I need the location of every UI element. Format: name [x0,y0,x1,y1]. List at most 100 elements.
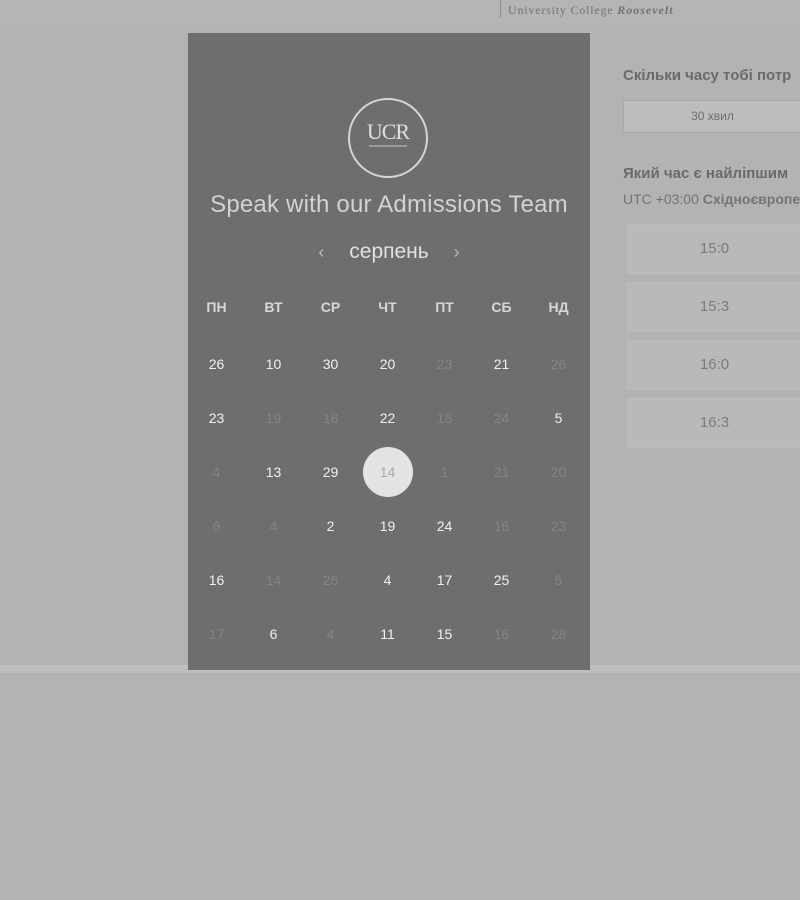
calendar-day: 19 [245,391,302,445]
calendar-day-label: 14 [265,572,282,588]
calendar-day[interactable]: 10 [245,337,302,391]
time-slot[interactable]: 16:0 [627,340,800,390]
month-label: серпень [349,240,429,263]
calendar-day: 21 [473,445,530,499]
calendar-day-label: 16 [208,572,225,588]
calendar-day-label: 14 [362,447,413,497]
weekday-label: СР [320,299,341,315]
calendar-day-label: 16 [493,518,510,534]
calendar-day[interactable]: 29 [302,445,359,499]
calendar-day: 14 [245,553,302,607]
calendar-day[interactable]: 6 [245,607,302,661]
calendar-day-label: 20 [550,464,567,480]
calendar-day-label: 26 [550,356,567,372]
calendar-day-label: 23 [436,356,453,372]
calendar-day-label: 18 [436,410,453,426]
calendar-day-label: 13 [265,464,282,480]
calendar-day-selected[interactable]: 14 [359,445,416,499]
brand-name: Roosevelt [617,3,674,17]
calendar-day-label: 18 [322,410,339,426]
calendar-day-label: 26 [322,572,339,588]
time-question: Який час є найліпшим [623,165,789,182]
calendar-day: 26 [530,337,587,391]
calendar-day: 17 [188,607,245,661]
calendar-day[interactable]: 23 [188,391,245,445]
calendar-day[interactable]: 4 [359,553,416,607]
calendar-day[interactable]: 20 [359,337,416,391]
calendar-day-label: 17 [208,626,225,642]
calendar-day-label: 23 [208,410,225,426]
calendar-day[interactable]: 24 [416,499,473,553]
calendar-day-label: 4 [326,626,335,642]
calendar-day[interactable]: 2 [302,499,359,553]
calendar-day-label: 24 [436,518,453,534]
calendar-day-label: 26 [208,356,225,372]
weekday-label: ПТ [435,299,454,315]
duration-option[interactable]: 30 хвил [623,100,800,133]
weekday-label: ЧТ [378,299,397,315]
calendar-day: 6 [188,499,245,553]
brand-university: University College [508,3,614,17]
time-slot[interactable]: 15:0 [627,224,800,274]
calendar-panel: UCR Speak with our Admissions Team ‹ сер… [188,33,590,670]
calendar-day-label: 15 [436,626,453,642]
calendar-day: 4 [188,445,245,499]
calendar-day[interactable]: 25 [473,553,530,607]
calendar-day: 4 [245,499,302,553]
ucr-logo-subline [369,145,407,147]
calendar-day: 4 [302,607,359,661]
calendar-day-label: 22 [379,410,396,426]
calendar-day[interactable]: 15 [416,607,473,661]
calendar-day-label: 20 [379,356,396,372]
month-nav: ‹ серпень › [188,240,590,264]
ucr-logo-text: UCR [366,119,410,144]
ucr-logo: UCR [348,98,428,178]
calendar-day[interactable]: 16 [188,553,245,607]
calendar-day: 24 [473,391,530,445]
calendar-day[interactable]: 22 [359,391,416,445]
calendar-day-label: 17 [436,572,453,588]
chevron-right-icon[interactable]: › [445,240,469,264]
calendar-day-label: 1 [440,464,449,480]
calendar-day: 5 [530,553,587,607]
calendar-day-label: 30 [322,356,339,372]
calendar-day-label: 16 [493,626,510,642]
panel-title: Speak with our Admissions Team [210,191,568,218]
calendar-day-label: 6 [212,518,221,534]
calendar-day-label: 21 [493,464,510,480]
chevron-left-icon[interactable]: ‹ [309,240,333,264]
calendar-day: 20 [530,445,587,499]
calendar-day-label: 6 [269,626,278,642]
calendar-day[interactable]: 26 [188,337,245,391]
calendar-day-label: 4 [383,572,392,588]
calendar-day-label: 19 [379,518,396,534]
calendar-day-label: 28 [550,626,567,642]
calendar-day: 26 [302,553,359,607]
calendar-day: 18 [302,391,359,445]
calendar-day[interactable]: 5 [530,391,587,445]
calendar-day-label: 5 [554,410,563,426]
weekday-label: ВТ [264,299,283,315]
calendar-day-label: 24 [493,410,510,426]
calendar-day-label: 11 [380,626,395,642]
calendar-day-label: 19 [265,410,282,426]
brand-logo[interactable]: University College Roosevelt [500,0,674,18]
timezone-label[interactable]: UTC +03:00 Східноєвропе [623,191,800,207]
calendar-day-label: 2 [326,518,335,534]
weekday-label: ПН [206,299,227,315]
time-slot[interactable]: 15:3 [627,282,800,332]
calendar-day[interactable]: 17 [416,553,473,607]
calendar-day[interactable]: 13 [245,445,302,499]
calendar-day-label: 5 [554,572,563,588]
weekday-header: ПН ВТ СР ЧТ ПТ СБ НД [188,299,590,315]
calendar-day: 16 [473,607,530,661]
calendar-day[interactable]: 11 [359,607,416,661]
calendar-day-label: 21 [493,356,510,372]
calendar-day-label: 29 [322,464,339,480]
calendar-day[interactable]: 21 [473,337,530,391]
calendar-day[interactable]: 30 [302,337,359,391]
timezone-name: Східноєвропе [702,191,800,207]
calendar-day[interactable]: 19 [359,499,416,553]
calendar-day: 16 [473,499,530,553]
time-slot[interactable]: 16:3 [627,398,800,448]
